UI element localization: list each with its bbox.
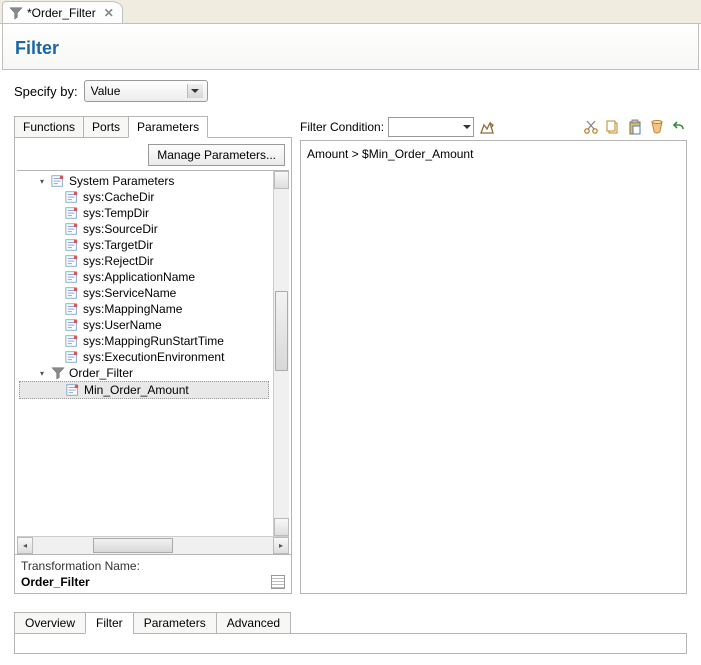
tab-filter[interactable]: Filter [85,612,134,634]
tree-label: sys:UserName [83,318,162,332]
tab-parameters[interactable]: Parameters [128,116,208,138]
property-icon [65,190,79,204]
vertical-scrollbar[interactable] [273,171,289,536]
chevron-down-icon [187,84,203,98]
tree-label: Min_Order_Amount [84,383,189,397]
property-icon [65,318,79,332]
undo-icon[interactable] [671,119,687,135]
property-icon [65,270,79,284]
tree-node-order-filter[interactable]: Order_Filter [19,365,271,381]
property-icon [65,238,79,252]
tree-node-mappingrunstarttime[interactable]: sys:MappingRunStartTime [19,333,271,349]
tree-node-executionenvironment[interactable]: sys:ExecutionEnvironment [19,349,271,365]
property-icon [66,383,80,397]
tree-label: sys:TargetDir [83,238,153,252]
page-title: Filter [15,38,686,59]
property-icon [65,222,79,236]
transformation-name-value: Order_Filter [21,575,285,589]
tab-functions[interactable]: Functions [14,116,84,138]
tab-overview[interactable]: Overview [14,612,86,634]
filter-condition-editor[interactable]: Amount > $Min_Order_Amount [300,140,687,594]
tree-label: sys:ServiceName [83,286,176,300]
cut-icon[interactable] [583,119,599,135]
horizontal-scrollbar[interactable] [33,537,273,554]
tree-node-system-parameters[interactable]: System Parameters [19,173,271,189]
tree-node-applicationname[interactable]: sys:ApplicationName [19,269,271,285]
collapse-icon[interactable] [37,369,47,378]
property-icon [65,302,79,316]
property-icon [65,350,79,364]
specify-by-label: Specify by: [14,84,78,99]
tree-node-servicename[interactable]: sys:ServiceName [19,285,271,301]
tree-label: sys:MappingName [83,302,182,316]
tree-label: sys:CacheDir [83,190,154,204]
tab-ports[interactable]: Ports [83,116,129,138]
specify-by-dropdown[interactable]: Value [84,80,208,102]
property-icon [65,254,79,268]
tree-label: Order_Filter [69,366,133,380]
property-icon [65,206,79,220]
filter-condition-label: Filter Condition: [300,120,384,134]
tree-node-rejectdir[interactable]: sys:RejectDir [19,253,271,269]
scroll-left-button[interactable]: ◂ [17,537,33,554]
tree-node-cachedir[interactable]: sys:CacheDir [19,189,271,205]
tree-label: sys:MappingRunStartTime [83,334,224,348]
tab-advanced[interactable]: Advanced [216,612,291,634]
filter-condition-dropdown[interactable] [388,117,474,137]
filter-icon [51,366,65,380]
tree-label: System Parameters [69,174,174,188]
filter-expression: Amount > $Min_Order_Amount [307,147,473,161]
specify-by-value: Value [91,84,121,98]
tab-parameters-bottom[interactable]: Parameters [133,612,217,634]
manage-parameters-button[interactable]: Manage Parameters... [148,144,285,166]
document-icon[interactable] [271,575,285,589]
tree-node-sourcedir[interactable]: sys:SourceDir [19,221,271,237]
tree-label: sys:ExecutionEnvironment [83,350,224,364]
delete-icon[interactable] [649,119,665,135]
editor-tab-order-filter[interactable]: *Order_Filter ✕ [2,1,123,23]
collapse-icon[interactable] [37,177,47,186]
tree-node-username[interactable]: sys:UserName [19,317,271,333]
paste-icon[interactable] [627,119,643,135]
property-icon [65,334,79,348]
scrollbar-thumb[interactable] [93,538,173,553]
close-icon[interactable]: ✕ [100,6,114,20]
filter-icon [9,6,23,20]
tree-label: sys:RejectDir [83,254,154,268]
editor-tab-label: *Order_Filter [27,6,96,20]
property-icon [65,286,79,300]
tree-node-tempdir[interactable]: sys:TempDir [19,205,271,221]
copy-icon[interactable] [605,119,621,135]
tree-node-mappingname[interactable]: sys:MappingName [19,301,271,317]
scroll-right-button[interactable]: ▸ [273,537,289,554]
parameters-tree[interactable]: System Parameters sys:CacheDir sys:TempD… [19,173,271,534]
transformation-name-label: Transformation Name: [21,559,285,573]
tree-label: sys:SourceDir [83,222,158,236]
tree-node-min-order-amount[interactable]: Min_Order_Amount [19,381,269,399]
tree-node-targetdir[interactable]: sys:TargetDir [19,237,271,253]
tree-label: sys:ApplicationName [83,270,195,284]
property-icon [51,174,65,188]
apply-icon[interactable] [478,118,496,136]
tree-label: sys:TempDir [83,206,149,220]
scrollbar-thumb[interactable] [275,291,288,371]
